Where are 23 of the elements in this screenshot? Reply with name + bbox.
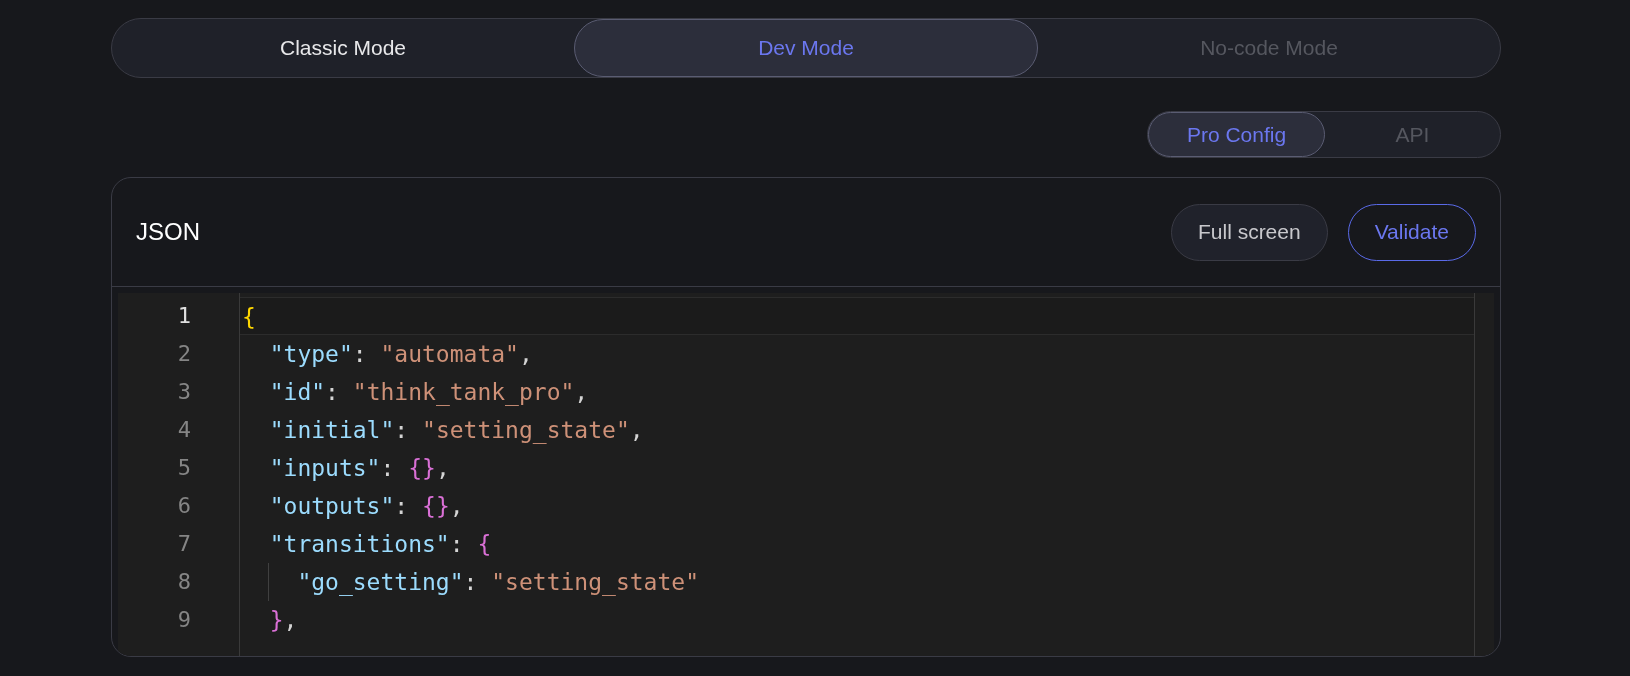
full-screen-button[interactable]: Full screen xyxy=(1170,203,1328,261)
line-number: 9 xyxy=(176,606,192,634)
line-number: 1 xyxy=(176,302,192,330)
line-number: 3 xyxy=(176,378,192,406)
code-line: "id": "think_tank_pro", xyxy=(268,378,589,408)
line-number: 8 xyxy=(176,568,192,596)
code-line: "go_setting": "setting_state" xyxy=(296,568,699,598)
code-line: { xyxy=(242,303,256,332)
mode-tab[interactable]: Dev Mode xyxy=(574,19,1038,77)
mode-tab[interactable]: Classic Mode xyxy=(112,19,574,77)
code-line: }, xyxy=(268,606,298,635)
code-line: "transitions": { xyxy=(268,530,492,559)
line-number: 7 xyxy=(176,530,192,558)
code-line: "type": "automata", xyxy=(268,340,533,369)
card-title: JSON xyxy=(136,217,200,247)
line-number: 4 xyxy=(176,416,192,444)
line-number: 6 xyxy=(176,492,192,520)
code-line: "inputs": {}, xyxy=(268,454,450,483)
line-number: 2 xyxy=(176,340,192,368)
code-line: "initial": "setting_state", xyxy=(268,416,644,446)
code-line: "outputs": {}, xyxy=(268,492,464,521)
config-tab[interactable]: Pro Config xyxy=(1148,112,1325,157)
line-number: 5 xyxy=(176,454,192,482)
